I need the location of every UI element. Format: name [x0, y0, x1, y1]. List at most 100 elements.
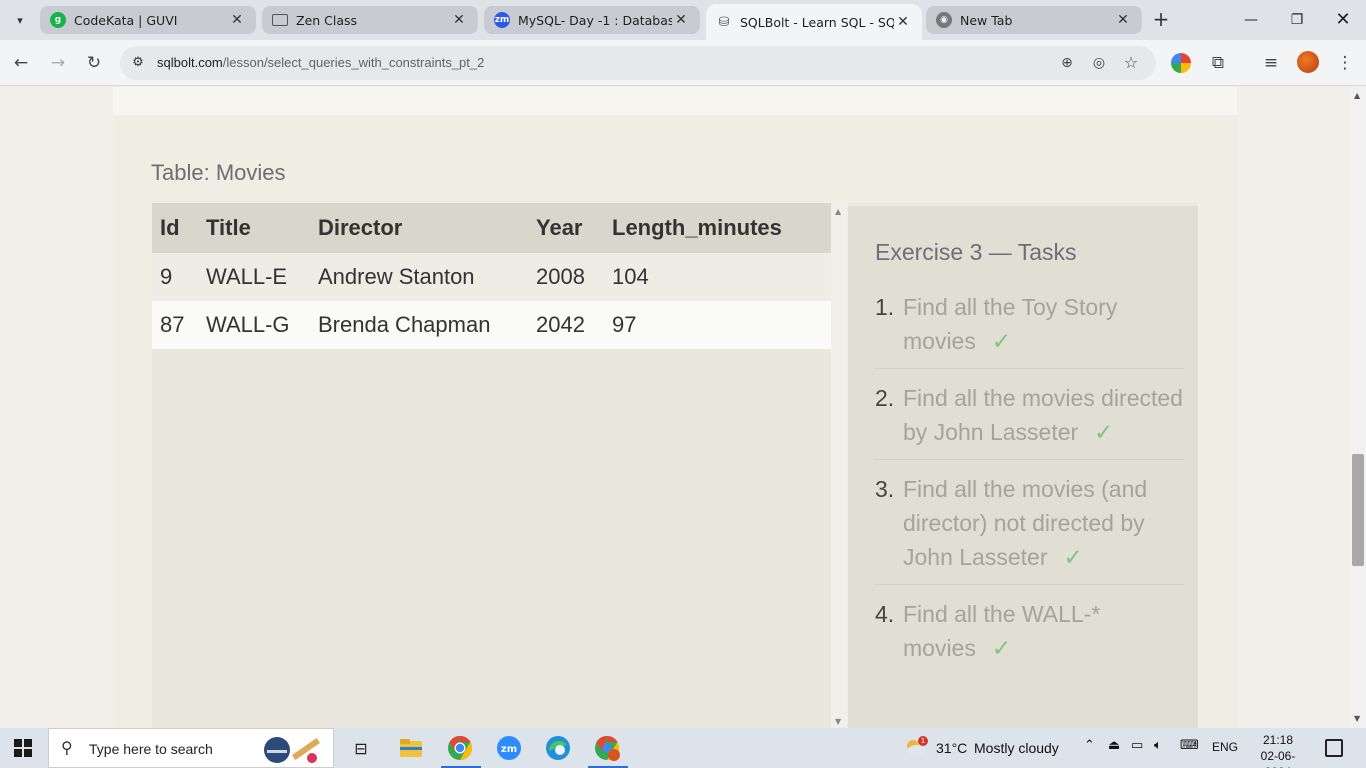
- url-path: /lesson/select_queries_with_constraints_…: [222, 55, 485, 70]
- table-cell: 9: [152, 253, 198, 301]
- clock-time: 21:18: [1262, 733, 1294, 747]
- reload-button[interactable]: ↻: [81, 50, 107, 76]
- clock-date: 02-06-2024: [1260, 749, 1296, 768]
- eye-off-icon[interactable]: ◎: [1088, 53, 1110, 73]
- table-row: 87 WALL-G Brenda Chapman 2042 97: [152, 301, 831, 349]
- content-top-strip: [113, 87, 1237, 115]
- table-scrollbar[interactable]: ▲ ▼: [831, 203, 847, 728]
- scroll-up-arrow-icon[interactable]: ▲: [1354, 91, 1360, 100]
- close-window-button[interactable]: ✕: [1320, 8, 1366, 32]
- search-placeholder: Type here to search: [89, 741, 213, 757]
- table-cell: 97: [604, 301, 831, 349]
- chrome-taskbar-icon[interactable]: [445, 734, 475, 762]
- table-label: Table: Movies: [151, 160, 286, 185]
- tab-title: New Tab: [960, 12, 1013, 28]
- profile-avatar[interactable]: [1297, 51, 1319, 73]
- table-cell: WALL-E: [198, 253, 310, 301]
- close-tab-icon[interactable]: ✕: [1114, 12, 1132, 28]
- checkmark-icon: ✓: [1063, 544, 1083, 570]
- zen-class-icon: [272, 14, 288, 26]
- new-tab-button[interactable]: +: [1148, 8, 1174, 32]
- column-header: Director: [310, 203, 528, 253]
- windows-taskbar: ⚲ Type here to search ⊟ zm 1 31°C Mostly…: [0, 728, 1366, 768]
- chrome-icon: ◉: [936, 12, 952, 28]
- page-viewport: Table: Movies Id Title Director Year Len…: [0, 87, 1350, 728]
- weather-description[interactable]: Mostly cloudy: [974, 740, 1059, 756]
- tab-title: MySQL- Day -1 : Database -: [518, 12, 672, 28]
- chrome-profile-taskbar-icon[interactable]: [592, 734, 622, 762]
- show-hidden-icons-chevron-icon[interactable]: ⌃: [1084, 738, 1095, 753]
- tab-title: Zen Class: [296, 12, 358, 28]
- notification-center-icon[interactable]: [1325, 739, 1343, 757]
- media-controls-icon[interactable]: ≡: [1258, 50, 1284, 76]
- column-header: Length_minutes: [604, 203, 831, 253]
- usb-device-icon[interactable]: ⏏: [1108, 738, 1120, 753]
- close-tab-icon[interactable]: ✕: [450, 12, 468, 28]
- scrollbar-thumb[interactable]: [1352, 454, 1364, 566]
- task-item: 2. Find all the movies directed by John …: [875, 377, 1184, 460]
- url-text[interactable]: sqlbolt.com/lesson/select_queries_with_c…: [157, 55, 484, 70]
- close-tab-icon[interactable]: ✕: [894, 14, 912, 30]
- task-view-icon[interactable]: ⊟: [346, 734, 376, 762]
- cricket-search-highlight-icon: [264, 737, 321, 763]
- task-item: 3. Find all the movies (and director) no…: [875, 468, 1184, 585]
- task-item: 4. Find all the WALL-* movies ✓: [875, 593, 1184, 675]
- tab-search-chevron-icon[interactable]: ▾: [6, 8, 34, 32]
- table-cell: 87: [152, 301, 198, 349]
- results-table: Id Title Director Year Length_minutes 9 …: [152, 203, 831, 349]
- scroll-down-arrow-icon[interactable]: ▼: [1354, 714, 1360, 723]
- task-list: 1. Find all the Toy Story movies ✓ 2. Fin…: [875, 286, 1184, 683]
- task-number: 4.: [875, 601, 895, 627]
- extensions-puzzle-icon[interactable]: ⧉: [1205, 50, 1231, 76]
- scroll-down-arrow-icon[interactable]: ▼: [835, 717, 841, 726]
- file-explorer-icon[interactable]: [396, 734, 426, 762]
- task-item: 1. Find all the Toy Story movies ✓: [875, 286, 1184, 369]
- exercise-tasks-panel: Exercise 3 — Tasks 1. Find all the Toy S…: [848, 203, 1198, 728]
- tab-zen-class[interactable]: Zen Class ✕: [262, 6, 478, 34]
- table-cell: 104: [604, 253, 831, 301]
- taskbar-clock[interactable]: 21:18 02-06-2024: [1248, 732, 1308, 768]
- weather-alert-badge: 1: [918, 736, 928, 746]
- table-header-row: Id Title Director Year Length_minutes: [152, 203, 831, 253]
- column-header: Year: [528, 203, 604, 253]
- bookmark-star-icon[interactable]: ☆: [1120, 53, 1142, 73]
- keyboard-icon[interactable]: ⌨: [1180, 738, 1199, 753]
- checkmark-icon: ✓: [1094, 419, 1114, 445]
- close-tab-icon[interactable]: ✕: [672, 12, 690, 28]
- tab-new-tab[interactable]: ◉ New Tab ✕: [926, 6, 1142, 34]
- close-tab-icon[interactable]: ✕: [228, 12, 246, 28]
- tab-mysql-day-1[interactable]: zm MySQL- Day -1 : Database - ✕: [484, 6, 700, 34]
- taskbar-search-box[interactable]: ⚲ Type here to search: [48, 728, 334, 768]
- page-scrollbar[interactable]: ▲ ▼: [1350, 87, 1366, 728]
- task-text: Find all the movies (and director) not d…: [903, 476, 1148, 570]
- restore-button[interactable]: ❐: [1274, 8, 1320, 32]
- browser-toolbar: ← → ↻ ⚙ sqlbolt.com/lesson/select_querie…: [0, 40, 1366, 86]
- svg-text:zm: zm: [501, 744, 517, 755]
- menu-kebab-icon[interactable]: ⋮: [1332, 50, 1358, 76]
- tab-strip: ▾ g CodeKata | GUVI ✕ Zen Class ✕ zm MyS…: [0, 0, 1366, 40]
- weather-temperature[interactable]: 31°C: [936, 740, 967, 756]
- tab-sqlbolt[interactable]: ⛁ SQLBolt - Learn SQL - SQL L ✕: [706, 4, 922, 40]
- minimize-button[interactable]: —: [1228, 8, 1274, 32]
- input-language[interactable]: ENG: [1212, 740, 1238, 754]
- guvi-icon: g: [50, 12, 66, 28]
- url-domain: sqlbolt.com: [157, 55, 223, 70]
- table-cell: Andrew Stanton: [310, 253, 528, 301]
- scroll-up-arrow-icon[interactable]: ▲: [835, 207, 841, 216]
- edge-taskbar-icon[interactable]: [543, 734, 573, 762]
- tab-codekata[interactable]: g CodeKata | GUVI ✕: [40, 6, 256, 34]
- zoom-icon[interactable]: ⊕: [1056, 53, 1078, 73]
- windows-start-icon[interactable]: [14, 739, 32, 757]
- back-button[interactable]: ←: [8, 50, 34, 76]
- color-picker-extension-icon[interactable]: [1171, 53, 1191, 73]
- site-info-icon[interactable]: ⚙: [128, 53, 148, 73]
- forward-button[interactable]: →: [45, 50, 71, 76]
- battery-icon[interactable]: ▭: [1131, 738, 1143, 753]
- speaker-volume-icon[interactable]: 🔈︎: [1154, 738, 1162, 753]
- task-text: Find all the movies directed by John Las…: [903, 385, 1183, 445]
- address-bar[interactable]: ⚙ sqlbolt.com/lesson/select_queries_with…: [120, 46, 1156, 80]
- tab-title: CodeKata | GUVI: [74, 12, 178, 28]
- task-number: 2.: [875, 385, 895, 411]
- column-header: Id: [152, 203, 198, 253]
- zoom-taskbar-icon[interactable]: zm: [494, 734, 524, 762]
